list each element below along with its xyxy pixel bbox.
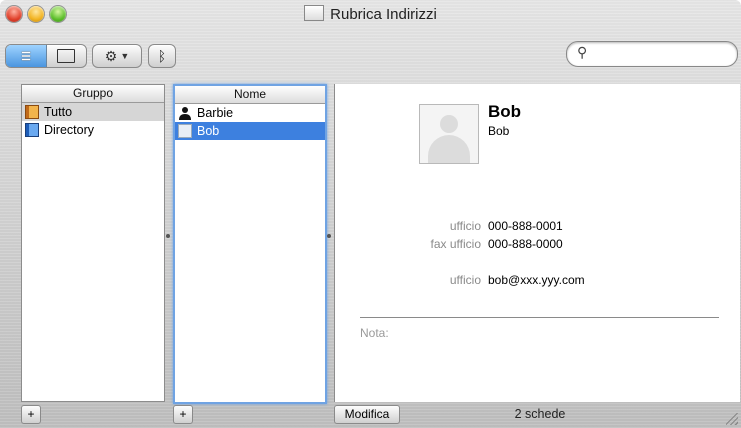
placeholder-body-icon	[428, 135, 470, 163]
search-icon: ⚲	[577, 44, 588, 60]
contact-name: Bob	[488, 102, 522, 121]
chevron-down-icon: ▼	[120, 51, 130, 61]
email-label: ufficio	[449, 273, 481, 287]
columns-view-icon: ☰	[21, 49, 31, 63]
card-count: 2 schede	[514, 407, 566, 421]
phone-value[interactable]: 000-888-0001	[488, 219, 563, 233]
name-item-label: Bob	[197, 124, 220, 138]
add-person-button[interactable]: +	[173, 405, 193, 424]
name-pane: Nome Barbie Bob	[173, 84, 327, 404]
phone-label: ufficio	[449, 219, 481, 233]
person-icon	[179, 107, 191, 120]
fax-value[interactable]: 000-888-0000	[488, 237, 563, 251]
address-book-window: Rubrica Indirizzi ☰ ⚙ ▼ ᛒ ⚲ Gruppo Tutto …	[0, 0, 741, 428]
window-title: Rubrica Indirizzi	[0, 5, 741, 23]
view-segmented-control: ☰	[5, 44, 87, 68]
bluetooth-button[interactable]: ᛒ	[148, 44, 176, 68]
group-item-label: Directory	[44, 123, 95, 137]
search-field[interactable]: ⚲	[566, 41, 738, 67]
group-pane: Gruppo Tutto Directory	[21, 84, 165, 402]
group-item-label: Tutto	[44, 105, 73, 119]
edit-button[interactable]: Modifica	[334, 405, 400, 424]
bluetooth-icon: ᛒ	[157, 48, 167, 64]
window-title-text: Rubrica Indirizzi	[330, 6, 437, 23]
contact-card: Bob Bob ufficio 000-888-0001 fax ufficio…	[334, 84, 740, 402]
name-pane-splitter[interactable]	[327, 234, 331, 238]
name-column-header[interactable]: Nome	[175, 86, 325, 104]
title-bar[interactable]: Rubrica Indirizzi	[0, 0, 741, 40]
contact-subname: Bob	[488, 124, 510, 138]
columns-view-button[interactable]: ☰	[6, 45, 47, 67]
gear-icon: ⚙	[104, 47, 118, 64]
name-item-label: Barbie	[197, 106, 234, 120]
placeholder-head-icon	[440, 115, 458, 133]
address-book-icon	[25, 105, 39, 119]
group-pane-splitter[interactable]	[166, 234, 170, 238]
note-divider	[360, 317, 719, 318]
directory-icon	[25, 123, 39, 137]
group-column-header[interactable]: Gruppo	[22, 85, 164, 103]
address-book-title-icon	[304, 5, 325, 21]
resize-grip-icon[interactable]	[726, 413, 738, 425]
add-group-button[interactable]: +	[21, 405, 41, 424]
fax-label: fax ufficio	[430, 237, 481, 251]
card-icon	[178, 124, 192, 138]
card-view-icon	[57, 49, 75, 63]
name-item-barbie[interactable]: Barbie	[175, 104, 325, 122]
action-menu-button[interactable]: ⚙ ▼	[92, 44, 142, 68]
contact-photo[interactable]	[419, 104, 479, 164]
name-item-bob[interactable]: Bob	[175, 122, 325, 140]
note-label[interactable]: Nota:	[360, 326, 389, 340]
group-item-tutto[interactable]: Tutto	[22, 103, 164, 121]
email-value[interactable]: bob@xxx.yyy.com	[488, 273, 585, 287]
card-view-button[interactable]	[46, 45, 86, 67]
group-item-directory[interactable]: Directory	[22, 121, 164, 139]
